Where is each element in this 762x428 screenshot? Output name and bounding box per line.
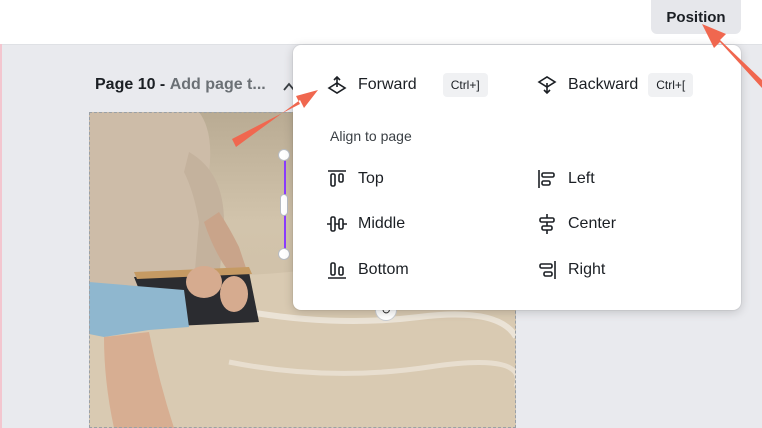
- annotation-arrow-forward: [232, 90, 318, 147]
- annotation-arrow-position: [702, 24, 762, 88]
- annotation-arrows: [232, 24, 762, 147]
